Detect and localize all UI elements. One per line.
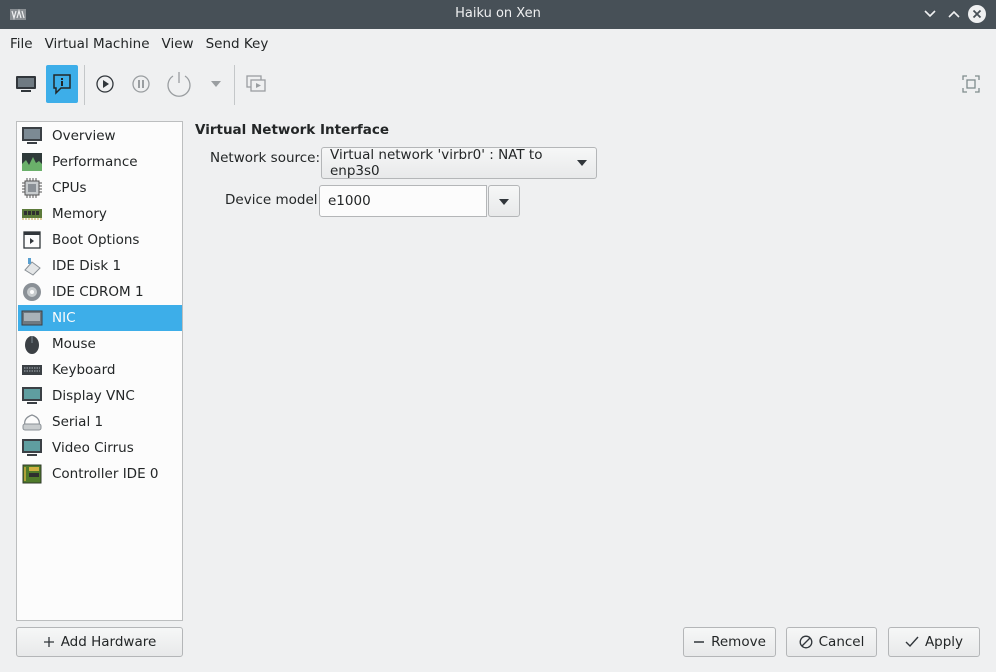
add-hardware-label: Add Hardware xyxy=(60,634,157,650)
sidebar-item-label: NIC xyxy=(52,310,76,326)
toolbar xyxy=(0,60,996,108)
pause-icon xyxy=(132,75,150,93)
sidebar-item-label: Overview xyxy=(52,128,116,144)
fullscreen-button[interactable] xyxy=(955,65,987,103)
menu-send-key[interactable]: Send Key xyxy=(200,32,275,56)
close-icon xyxy=(968,5,986,23)
sidebar-item-nic[interactable]: NIC xyxy=(18,305,182,331)
sidebar-item-label: IDE Disk 1 xyxy=(52,258,122,274)
sidebar-item-ide-cdrom-1[interactable]: IDE CDROM 1 xyxy=(18,279,182,305)
cpu-icon xyxy=(20,177,44,199)
sidebar-item-label: IDE CDROM 1 xyxy=(52,284,144,300)
device-model-input[interactable]: e1000 xyxy=(319,185,487,217)
sidebar-item-label: Boot Options xyxy=(52,232,140,248)
dropdown-arrow-icon xyxy=(499,199,509,205)
minus-icon xyxy=(694,641,705,643)
fullscreen-icon xyxy=(962,75,980,93)
display-icon xyxy=(20,385,44,407)
close-button[interactable] xyxy=(968,5,986,23)
sidebar-item-mouse[interactable]: Mouse xyxy=(18,331,182,357)
shutdown-icon xyxy=(167,72,191,97)
sidebar-item-video-cirrus[interactable]: Video Cirrus xyxy=(18,435,182,461)
sidebar-item-controller-ide-0[interactable]: Controller IDE 0 xyxy=(18,461,182,487)
details-button[interactable] xyxy=(46,65,78,103)
remove-label: Remove xyxy=(711,634,766,650)
sidebar-item-label: Keyboard xyxy=(52,362,116,378)
performance-icon xyxy=(20,151,44,173)
mouse-icon xyxy=(20,333,44,355)
minimize-button[interactable] xyxy=(921,5,939,23)
cancel-label: Cancel xyxy=(818,634,865,650)
sidebar-item-label: Serial 1 xyxy=(52,414,104,430)
boot-options-icon xyxy=(20,229,44,251)
plus-icon xyxy=(43,637,54,647)
sidebar-item-label: Display VNC xyxy=(52,388,135,404)
sidebar-item-display-vnc[interactable]: Display VNC xyxy=(18,383,182,409)
serial-icon xyxy=(20,411,44,433)
device-model-dropdown-button[interactable] xyxy=(488,185,520,217)
cancel-icon xyxy=(799,635,813,649)
apply-label: Apply xyxy=(924,634,964,650)
cancel-button[interactable]: Cancel xyxy=(786,627,877,657)
snapshots-icon xyxy=(246,75,266,92)
hardware-list[interactable]: Overview Performance CPUs Memory Boot Op… xyxy=(16,121,183,621)
pause-button[interactable] xyxy=(125,65,157,103)
menu-virtual-machine[interactable]: Virtual Machine xyxy=(39,32,156,56)
apply-button[interactable]: Apply xyxy=(888,627,980,657)
section-title: Virtual Network Interface xyxy=(195,122,390,138)
check-icon xyxy=(905,636,919,648)
sidebar-item-serial-1[interactable]: Serial 1 xyxy=(18,409,182,435)
dropdown-arrow-icon xyxy=(577,160,587,166)
run-icon xyxy=(96,75,114,93)
toolbar-separator xyxy=(234,65,235,105)
console-icon xyxy=(16,76,36,92)
sidebar-item-memory[interactable]: Memory xyxy=(18,201,182,227)
menu-file[interactable]: File xyxy=(4,32,39,56)
chevron-down-icon xyxy=(924,10,936,18)
menu-view[interactable]: View xyxy=(156,32,200,56)
sidebar-item-ide-disk-1[interactable]: IDE Disk 1 xyxy=(18,253,182,279)
sidebar-item-performance[interactable]: Performance xyxy=(18,149,182,175)
window-titlebar: Haiku on Xen xyxy=(0,0,996,29)
chevron-down-icon xyxy=(211,81,221,87)
keyboard-icon xyxy=(20,359,44,381)
network-source-value: Virtual network 'virbr0' : NAT to enp3s0 xyxy=(330,147,543,179)
sidebar-item-keyboard[interactable]: Keyboard xyxy=(18,357,182,383)
details-icon xyxy=(53,74,71,95)
disk-icon xyxy=(20,255,44,277)
menubar: File Virtual Machine View Send Key xyxy=(0,29,996,59)
sidebar-item-label: Performance xyxy=(52,154,138,170)
memory-icon xyxy=(20,203,44,225)
sidebar-item-label: Memory xyxy=(52,206,107,222)
overview-icon xyxy=(20,125,44,147)
network-source-label: Network source: xyxy=(210,150,321,166)
nic-icon xyxy=(20,307,44,329)
sidebar-item-boot-options[interactable]: Boot Options xyxy=(18,227,182,253)
device-model-label: Device model: xyxy=(225,192,323,208)
sidebar-item-label: Video Cirrus xyxy=(52,440,134,456)
toolbar-separator xyxy=(84,65,85,105)
console-button[interactable] xyxy=(10,65,42,103)
cdrom-icon xyxy=(20,281,44,303)
video-icon xyxy=(20,437,44,459)
sidebar-item-cpus[interactable]: CPUs xyxy=(18,175,182,201)
snapshots-button[interactable] xyxy=(240,65,272,103)
shutdown-button[interactable] xyxy=(163,65,195,103)
sidebar-item-label: CPUs xyxy=(52,180,87,196)
sidebar-item-overview[interactable]: Overview xyxy=(18,123,182,149)
maximize-button[interactable] xyxy=(945,5,963,23)
controller-icon xyxy=(20,463,44,485)
window-title: Haiku on Xen xyxy=(455,6,541,21)
remove-button[interactable]: Remove xyxy=(683,627,776,657)
network-source-select[interactable]: Virtual network 'virbr0' : NAT to enp3s0 xyxy=(321,147,597,179)
chevron-up-icon xyxy=(948,10,960,18)
device-model-value: e1000 xyxy=(328,193,371,209)
add-hardware-button[interactable]: Add Hardware xyxy=(16,627,183,657)
sidebar-item-label: Controller IDE 0 xyxy=(52,466,159,482)
sidebar-item-label: Mouse xyxy=(52,336,96,352)
run-button[interactable] xyxy=(89,65,121,103)
shutdown-menu-button[interactable] xyxy=(200,65,232,103)
